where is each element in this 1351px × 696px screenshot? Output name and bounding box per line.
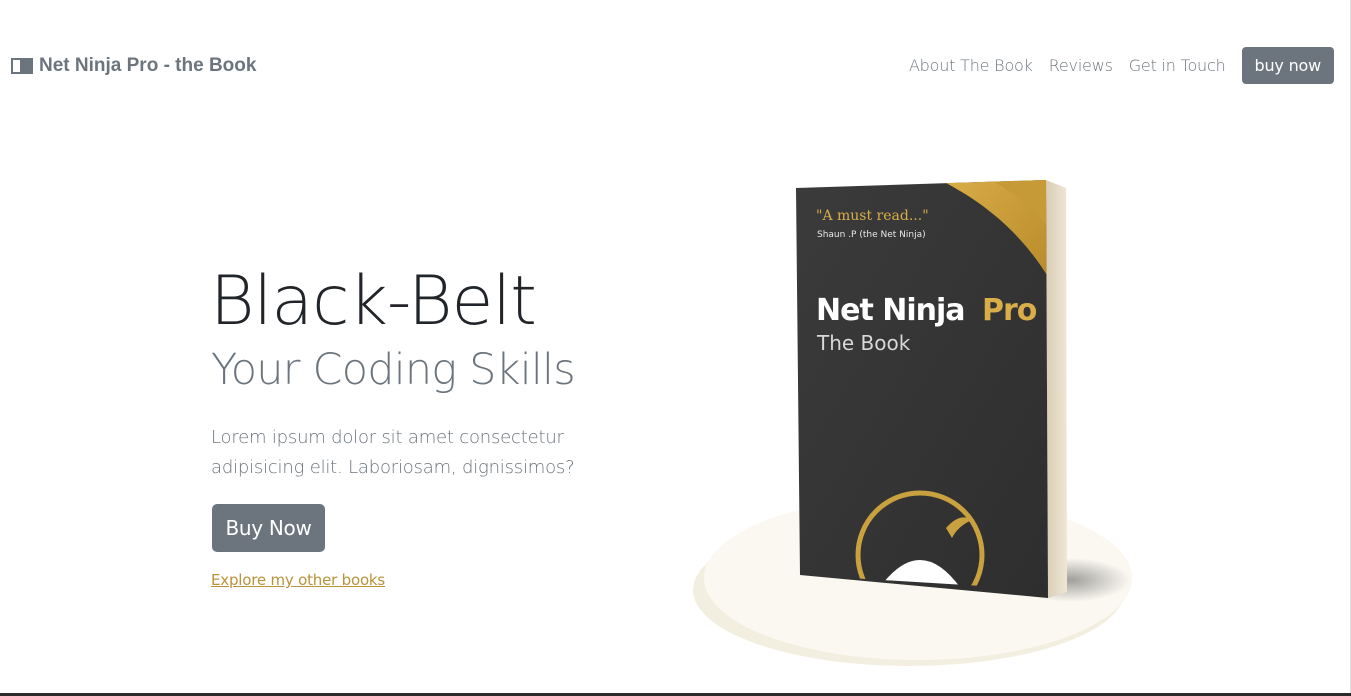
cover-subtitle: The Book xyxy=(816,331,911,355)
nav-link-about[interactable]: About The Book xyxy=(909,56,1033,75)
nav-link-reviews[interactable]: Reviews xyxy=(1049,56,1113,75)
cover-quote-author: Shaun .P (the Net Ninja) xyxy=(817,230,926,240)
book-open-icon xyxy=(11,58,33,74)
book-pages xyxy=(1046,180,1067,598)
cover-title: Net Ninja Pro xyxy=(816,293,1037,328)
book-illustration: "A must read..." Shaun .P (the Net Ninja… xyxy=(693,180,1132,666)
hero-title: Black-Belt xyxy=(210,262,537,341)
hero-description: Lorem ipsum dolor sit amet consectetur a… xyxy=(211,427,575,478)
navbar: Net Ninja Pro - the Book About The Book … xyxy=(0,45,1351,89)
nav-links: About The Book Reviews Get in Touch buy … xyxy=(909,47,1334,84)
explore-books-link[interactable]: Explore my other books xyxy=(211,571,385,589)
book-image: "A must read..." Shaun .P (the Net Ninja… xyxy=(690,170,1140,670)
brand-link[interactable]: Net Ninja Pro - the Book xyxy=(11,55,256,77)
hero-buy-now-button[interactable]: Buy Now xyxy=(212,504,325,552)
brand-text: Net Ninja Pro - the Book xyxy=(39,55,257,76)
cover-quote: "A must read..." xyxy=(816,208,929,224)
book-cover xyxy=(796,180,1048,598)
cover-title-main: Net Ninja xyxy=(816,293,965,328)
hero-subtitle: Your Coding Skills xyxy=(211,345,576,395)
nav-link-contact[interactable]: Get in Touch xyxy=(1129,56,1226,75)
cover-title-accent: Pro xyxy=(982,293,1037,328)
nav-buy-now-button[interactable]: buy now xyxy=(1241,47,1334,84)
